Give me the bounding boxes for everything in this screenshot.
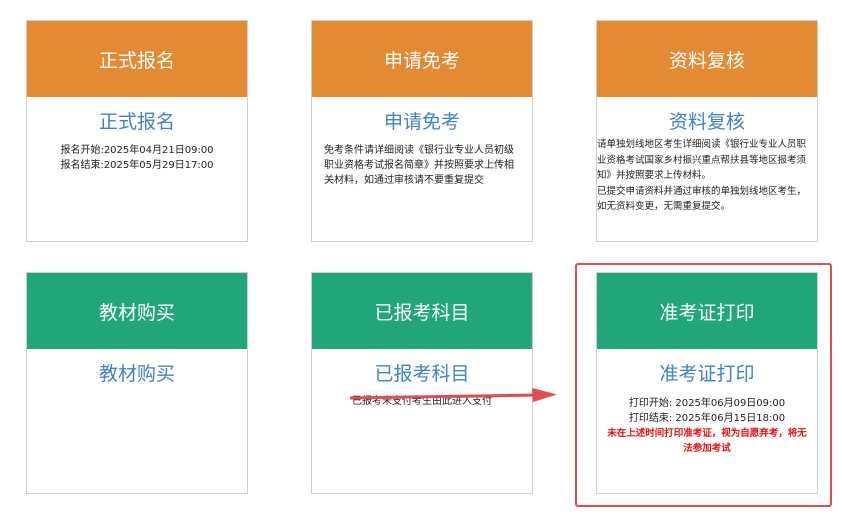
textbook-purchase-link[interactable]: 教材购买 (27, 362, 247, 386)
card-header-textbook-purchase: 教材购买 (27, 273, 247, 349)
card-header-title: 正式报名 (98, 49, 175, 72)
apply-exempt-link[interactable]: 申请免考 (312, 110, 532, 134)
card-formal-register: 正式报名 正式报名 报名开始:2025年04月21日09:00 报名结束:202… (26, 20, 248, 242)
card-apply-exempt: 申请免考 申请免考 免考条件请详细阅读《银行业专业人员初级职业资格考试报名简章》… (311, 20, 533, 242)
card-header-formal-register: 正式报名 (27, 21, 247, 97)
apply-exempt-desc: 免考条件请详细阅读《银行业专业人员初级职业资格考试报名简章》并按照要求上传相关材… (324, 145, 514, 186)
card-header-title: 已报考科目 (374, 301, 470, 324)
card-header-title: 申请免考 (383, 49, 460, 72)
material-review-desc: 请单独划线地区考生详细阅读《银行业专业人员职业资格考试国家乡村振兴重点帮扶县等地… (597, 137, 817, 215)
card-registered-subjects: 已报考科目 已报考科目 已报考未支付考生由此进入支付 (311, 272, 533, 494)
card-header-apply-exempt: 申请免考 (312, 21, 532, 97)
formal-register-link[interactable]: 正式报名 (27, 110, 247, 134)
highlight-box (575, 263, 832, 507)
register-end-time: 报名结束:2025年05月29日17:00 (60, 160, 214, 171)
formal-register-dates: 报名开始:2025年04月21日09:00 报名结束:2025年05月29日17… (27, 143, 247, 173)
card-material-review: 资料复核 资料复核 请单独划线地区考生详细阅读《银行业专业人员职业资格考试国家乡… (596, 20, 818, 242)
card-header-registered-subjects: 已报考科目 (312, 273, 532, 349)
card-header-material-review: 资料复核 (597, 21, 817, 97)
material-review-desc-1: 请单独划线地区考生详细阅读《银行业专业人员职业资格考试国家乡村振兴重点帮扶县等地… (597, 139, 807, 181)
register-start-time: 报名开始:2025年04月21日09:00 (60, 145, 214, 156)
material-review-desc-2: 已提交申请资料并通过审核的单独划线地区考生，如无资料变更，无需重复提交。 (597, 185, 807, 213)
registered-subjects-link[interactable]: 已报考科目 (312, 362, 532, 386)
red-arrow-icon (350, 388, 557, 402)
card-header-title: 资料复核 (668, 49, 745, 72)
card-header-title: 教材购买 (98, 301, 175, 324)
material-review-link[interactable]: 资料复核 (597, 110, 817, 134)
card-textbook-purchase: 教材购买 教材购买 (26, 272, 248, 494)
